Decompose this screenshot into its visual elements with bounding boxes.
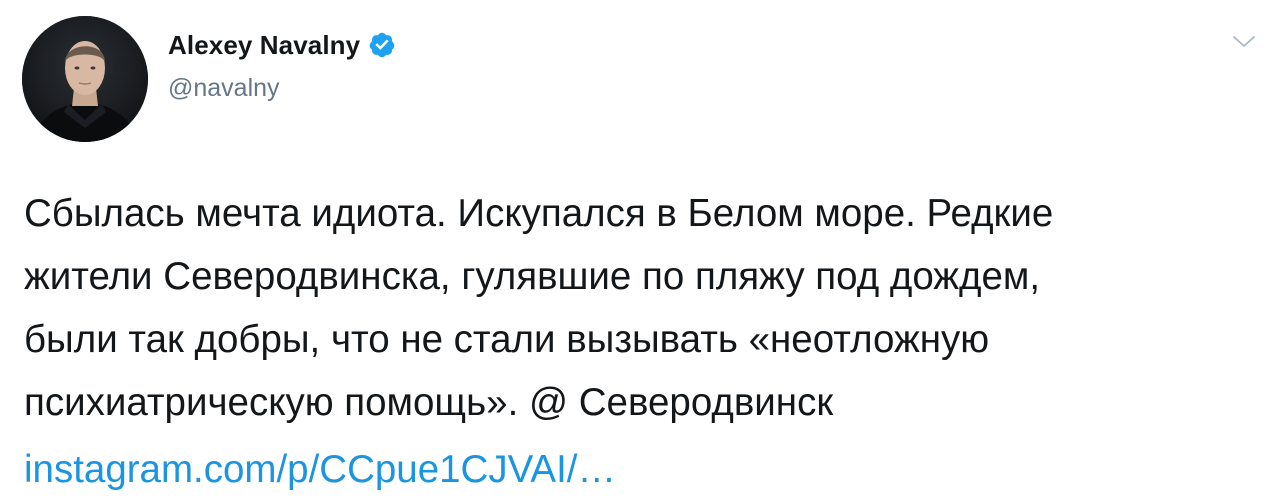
chevron-down-icon[interactable] [1232,34,1256,50]
author-handle[interactable]: @navalny [168,74,280,103]
tweet-text-line: были так добры, что не стали вызывать «н… [24,318,990,361]
tweet-text-line: Сбылась мечта идиота. Искупался в Белом … [24,192,1054,235]
tweet-card: Alexey Navalny @navalny Сбылась мечта ид… [0,0,1269,502]
tweet-text-line: жители Северодвинска, гулявшие по пляжу … [24,255,1041,298]
verified-badge-icon [368,31,396,59]
author-name-row: Alexey Navalny [168,26,396,64]
profile-photo-icon [22,16,148,142]
avatar[interactable] [22,16,148,142]
tweet-text-line: психиатрическую помощь». @ Северодвинск [24,381,834,424]
tweet-text: Сбылась мечта идиота. Искупался в Белом … [24,182,1254,434]
display-name[interactable]: Alexey Navalny [168,30,360,61]
tweet-link[interactable]: instagram.com/p/CCpue1CJVAI/… [24,438,616,501]
